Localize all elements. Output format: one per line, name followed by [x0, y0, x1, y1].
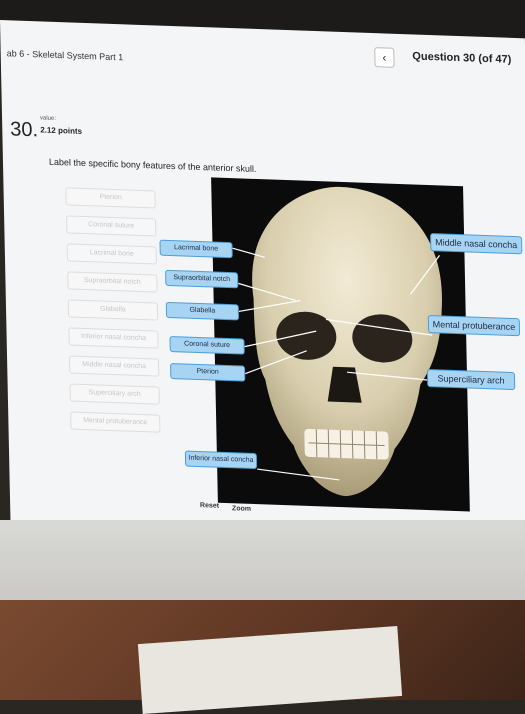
placed-label-lacrimal-bone[interactable]: Lacrimal bone: [159, 239, 233, 259]
bank-item-glabella: Glabella: [67, 299, 159, 321]
question-number: 30.: [10, 118, 39, 142]
chevron-left-icon: ‹: [382, 50, 387, 65]
placed-label-supraorbital-notch[interactable]: Supraorbital notch: [165, 269, 239, 289]
placed-label-mental-protuberance[interactable]: Mental protuberance: [427, 315, 521, 337]
bank-item-pterion: Pterion: [65, 187, 156, 209]
bank-item-mental-protuberance: Mental protuberance: [70, 411, 161, 433]
question-counter: Question 30 (of 47): [412, 50, 512, 66]
value-label: value:: [39, 115, 57, 122]
label-bank: Pterion Coronal suture Lacrimal bone Sup…: [65, 187, 161, 442]
question-points: 2.12 points: [40, 125, 83, 136]
breadcrumb: ab 6 - Skeletal System Part 1: [6, 48, 124, 63]
placed-label-pterion[interactable]: Pterion: [170, 363, 246, 382]
bank-item-inferior-nasal-concha: Inferior nasal concha: [68, 327, 159, 349]
bank-item-coronal-suture: Coronal suture: [66, 215, 157, 237]
placed-label-inferior-nasal-concha[interactable]: Inferior nasal concha: [184, 450, 258, 470]
placed-label-superciliary-arch[interactable]: Superciliary arch: [426, 368, 516, 391]
placed-label-coronal-suture[interactable]: Coronal suture: [169, 335, 245, 355]
bank-item-superciliary-arch: Superciliary arch: [69, 383, 160, 405]
quiz-screen: ab 6 - Skeletal System Part 1 ‹ Question…: [0, 20, 525, 579]
bank-item-lacrimal-bone: Lacrimal bone: [66, 243, 157, 265]
reset-button[interactable]: Reset: [200, 502, 219, 510]
bank-item-middle-nasal-concha: Middle nasal concha: [68, 355, 160, 377]
previous-question-button[interactable]: ‹: [374, 47, 395, 68]
zoom-button[interactable]: Zoom: [232, 505, 251, 513]
placed-label-glabella[interactable]: Glabella: [165, 301, 240, 321]
placed-label-middle-nasal-concha[interactable]: Middle nasal concha: [430, 233, 523, 255]
bank-item-supraorbital-notch: Supraorbital notch: [67, 271, 158, 293]
question-prompt: Label the specific bony features of the …: [48, 156, 257, 175]
